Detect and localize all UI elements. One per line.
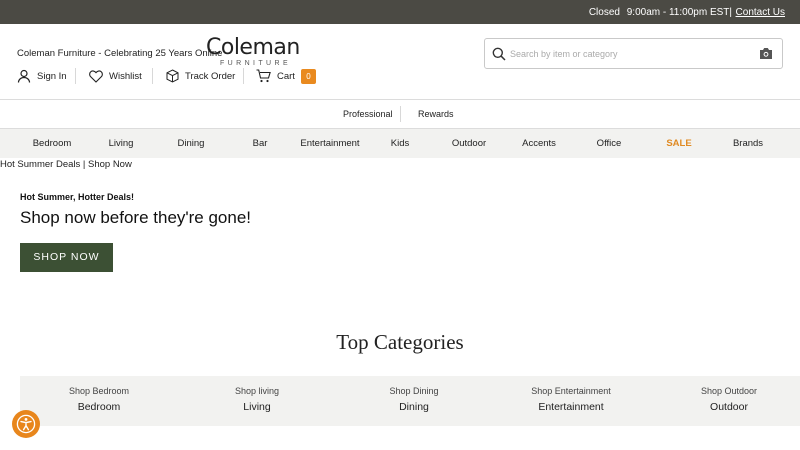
- divider: [75, 68, 76, 84]
- heart-icon: [89, 69, 103, 83]
- category-card-label: Shop Outdoor: [700, 386, 758, 396]
- category-card-label: Shop living: [234, 386, 280, 396]
- professional-link[interactable]: Professional: [343, 109, 393, 119]
- nav-item-sale[interactable]: SALE: [666, 138, 691, 149]
- accessibility-icon: [16, 414, 36, 434]
- user-icon: [17, 69, 31, 83]
- sub-nav: Professional Rewards: [0, 100, 800, 128]
- promo-subheading: Hot Summer, Hotter Deals!: [20, 192, 135, 202]
- logo-wordmark: Coleman: [206, 35, 300, 60]
- shop-now-button[interactable]: SHOP NOW: [20, 243, 113, 272]
- nav-item-outdoor[interactable]: Outdoor: [452, 138, 486, 149]
- category-card-title: Outdoor: [710, 401, 748, 413]
- nav-item-dining[interactable]: Dining: [178, 138, 205, 149]
- nav-item-brands[interactable]: Brands: [733, 138, 763, 149]
- category-card-title: Dining: [399, 401, 429, 413]
- category-card-living[interactable]: Shop living Living: [235, 376, 279, 426]
- rewards-link[interactable]: Rewards: [418, 109, 454, 119]
- wishlist-label: Wishlist: [109, 70, 142, 82]
- category-card-label: Shop Dining: [389, 386, 439, 396]
- nav-item-kids[interactable]: Kids: [391, 138, 409, 149]
- nav-item-bedroom[interactable]: Bedroom: [33, 138, 72, 149]
- nav-item-entertainment[interactable]: Entertainment: [300, 138, 359, 149]
- category-card-outdoor[interactable]: Shop Outdoor Outdoor: [701, 376, 757, 426]
- cart-count-badge: 0: [300, 68, 316, 84]
- nav-item-accents[interactable]: Accents: [522, 138, 556, 149]
- category-card-label: Shop Bedroom: [68, 386, 130, 396]
- logo-subtitle: FURNITURE: [220, 60, 292, 67]
- sign-in-label: Sign In: [37, 70, 67, 82]
- sign-in-link[interactable]: Sign In: [17, 68, 67, 84]
- category-nav: Bedroom Living Dining Bar Entertainment …: [0, 129, 800, 158]
- promo-breadcrumb[interactable]: Hot Summer Deals | Shop Now: [0, 159, 132, 170]
- category-card-entertainment[interactable]: Shop Entertainment Entertainment: [531, 376, 611, 426]
- top-bar: Closed 9:00am - 11:00pm EST| Contact Us: [0, 0, 800, 24]
- cart-icon: [256, 69, 271, 83]
- accessibility-button[interactable]: [12, 410, 40, 438]
- wishlist-link[interactable]: Wishlist: [89, 68, 142, 84]
- search-box: [484, 38, 783, 69]
- search-icon[interactable]: [492, 47, 506, 61]
- camera-icon[interactable]: [759, 47, 773, 60]
- nav-item-bar[interactable]: Bar: [253, 138, 268, 149]
- nav-item-office[interactable]: Office: [597, 138, 622, 149]
- top-categories-title: Top Categories: [336, 330, 464, 354]
- box-icon: [166, 69, 179, 83]
- site-tagline: Coleman Furniture - Celebrating 25 Years…: [17, 48, 223, 59]
- category-card-title: Living: [243, 401, 271, 413]
- top-categories-strip: Shop Bedroom Bedroom Shop living Living …: [20, 376, 800, 426]
- category-card-label: Shop Entertainment: [531, 386, 611, 396]
- store-hours: 9:00am - 11:00pm EST|: [626, 7, 732, 18]
- divider: [243, 68, 244, 84]
- cart-link[interactable]: Cart 0: [256, 68, 316, 84]
- track-order-label: Track Order: [185, 70, 236, 82]
- category-card-dining[interactable]: Shop Dining Dining: [389, 376, 438, 426]
- store-status: Closed 9:00am - 11:00pm EST|: [589, 7, 732, 18]
- site-logo[interactable]: Coleman FURNITURE: [206, 35, 306, 67]
- category-card-title: Entertainment: [538, 401, 604, 413]
- cart-label: Cart: [277, 70, 295, 82]
- store-status-label: Closed: [588, 7, 620, 18]
- contact-us-link[interactable]: Contact Us: [736, 7, 785, 18]
- search-input[interactable]: [510, 46, 750, 62]
- category-card-bedroom[interactable]: Shop Bedroom Bedroom: [69, 376, 129, 426]
- promo-headline: Shop now before they're gone!: [20, 208, 252, 227]
- category-card-title: Bedroom: [77, 401, 121, 413]
- nav-item-living[interactable]: Living: [109, 138, 134, 149]
- track-order-link[interactable]: Track Order: [166, 68, 235, 84]
- divider: [400, 106, 401, 122]
- divider: [152, 68, 153, 84]
